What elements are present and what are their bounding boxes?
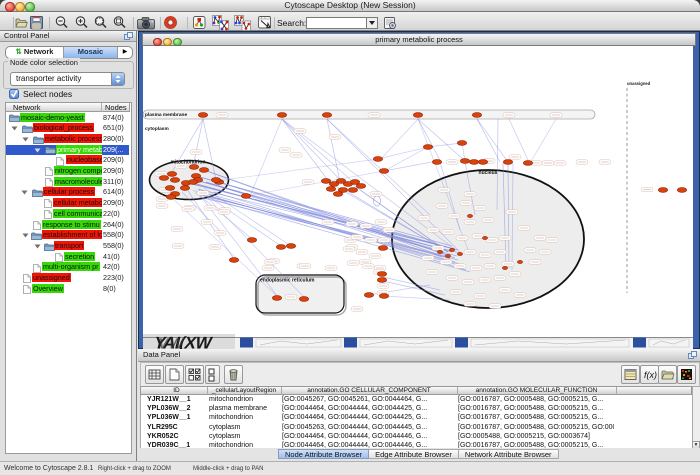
svg-text:cytoplasm: cytoplasm xyxy=(145,126,169,132)
svg-text:nucleus: nucleus xyxy=(479,170,498,176)
svg-text:f(x): f(x) xyxy=(644,370,657,380)
svg-text:VW: VW xyxy=(156,336,186,349)
svg-text:plasma membrane: plasma membrane xyxy=(145,112,187,118)
svg-text:unassigned: unassigned xyxy=(627,81,651,86)
svg-text:Search:: Search: xyxy=(277,18,306,28)
